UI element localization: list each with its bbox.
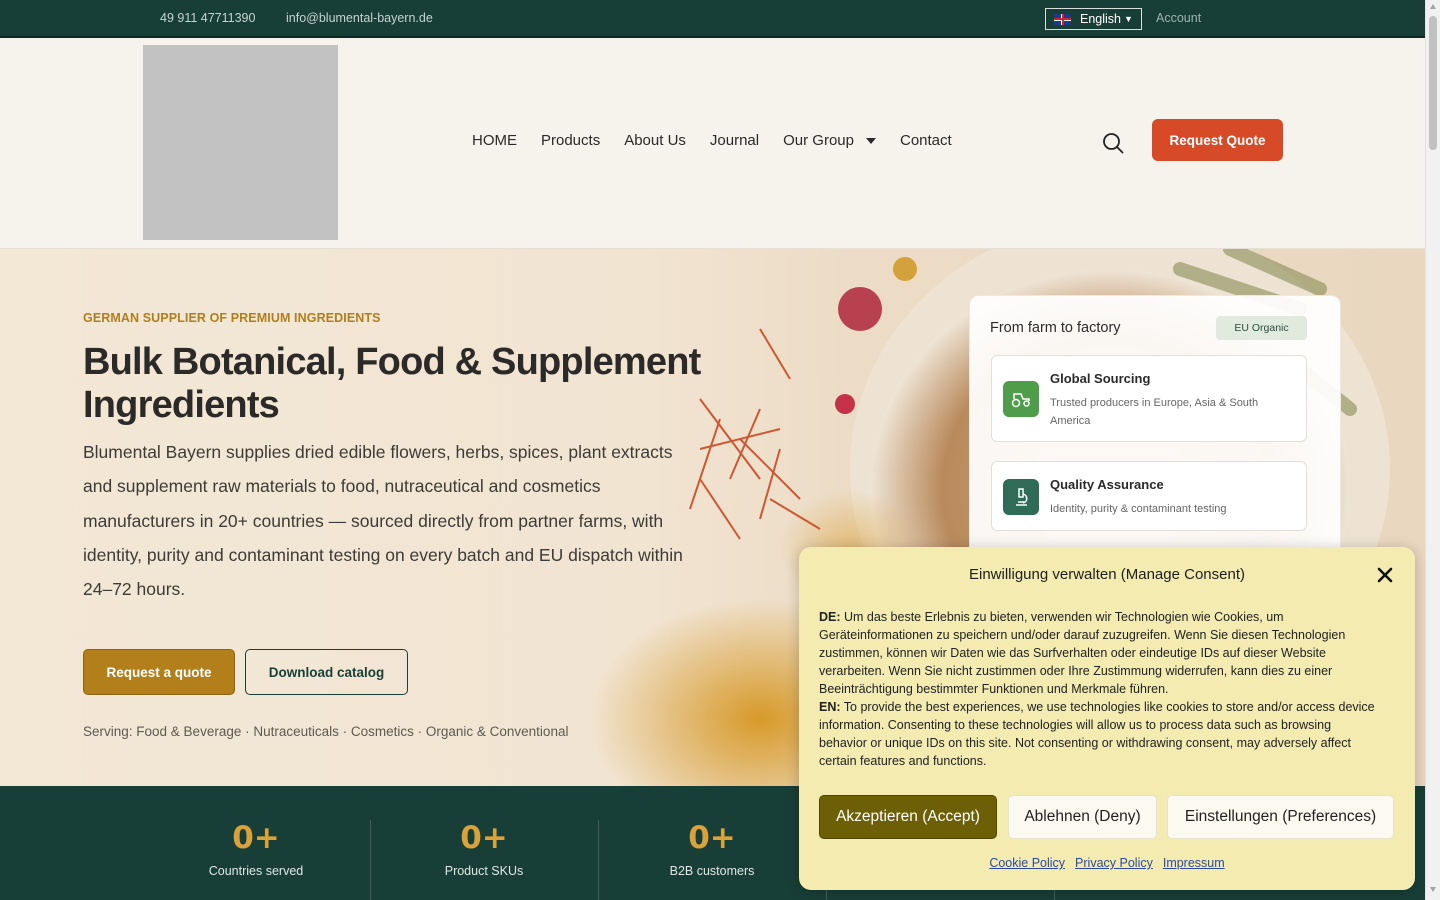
nav-our-group[interactable]: Our Group [783, 132, 876, 149]
consent-de-text: Um das beste Erlebnis zu bieten, verwend… [819, 610, 1346, 696]
request-a-quote-button[interactable]: Request a quote [83, 649, 235, 695]
scroll-thumb[interactable] [1429, 16, 1437, 150]
stat-label: B2B customers [669, 864, 755, 878]
card-title: From farm to factory [990, 320, 1121, 336]
privacy-policy-link[interactable]: Privacy Policy [1075, 856, 1153, 870]
phone-link[interactable]: 49 911 47711390 [160, 11, 255, 25]
scroll-up-icon[interactable] [1430, 4, 1436, 9]
preferences-button[interactable]: Einstellungen (Preferences) [1167, 795, 1394, 839]
consent-links: Cookie Policy Privacy Policy Impressum [799, 856, 1415, 870]
caret-down-icon [865, 137, 876, 144]
language-label: English [1080, 12, 1121, 26]
request-quote-button[interactable]: Request Quote [1152, 119, 1283, 161]
stat-label: Countries served [208, 864, 304, 878]
impressum-link[interactable]: Impressum [1163, 856, 1225, 870]
nav-home[interactable]: HOME [472, 132, 517, 149]
feature-title: Quality Assurance [1050, 477, 1164, 492]
hero-description: Blumental Bayern supplies dried edible f… [83, 442, 683, 600]
uk-flag-icon [1054, 13, 1071, 25]
top-bar: 49 911 47711390 info@blumental-bayern.de… [0, 0, 1425, 38]
hero-title: Bulk Botanical, Food & Supplement Ingred… [83, 341, 701, 426]
feature-global-sourcing: Global Sourcing Trusted producers in Eur… [991, 355, 1307, 442]
consent-en-text: To provide the best experiences, we use … [819, 700, 1375, 768]
email-link[interactable]: info@blumental-bayern.de [286, 11, 433, 25]
deny-button[interactable]: Ablehnen (Deny) [1008, 795, 1157, 839]
consent-dialog: Einwilligung verwalten (Manage Consent) … [799, 547, 1415, 890]
microscope-icon [1003, 479, 1039, 515]
consent-en-label: EN: [819, 700, 841, 714]
main-nav: HOME Products About Us Journal Our Group… [472, 132, 952, 149]
stat-label: Product SKUs [444, 864, 524, 878]
feature-subtitle: Identity, purity & contaminant testing [1050, 503, 1227, 515]
feature-subtitle: Trusted producers in Europe, Asia & Sout… [1050, 397, 1259, 427]
search-icon[interactable] [1101, 131, 1125, 155]
page-scrollbar[interactable] [1425, 0, 1440, 900]
scroll-down-icon[interactable] [1430, 887, 1436, 892]
chevron-down-icon: ▼ [1124, 14, 1133, 24]
nav-contact[interactable]: Contact [900, 132, 952, 149]
nav-journal[interactable]: Journal [710, 132, 759, 149]
serving-text: Serving: Food & Beverage · Nutraceutical… [83, 724, 569, 739]
tractor-icon [1003, 381, 1039, 417]
download-catalog-button[interactable]: Download catalog [245, 649, 408, 695]
logo[interactable] [143, 45, 338, 240]
feature-quality-assurance: Quality Assurance Identity, purity & con… [991, 461, 1307, 531]
eu-organic-badge: EU Organic [1216, 316, 1307, 340]
stat-value: 0+ [232, 820, 280, 856]
consent-text: DE: Um das beste Erlebnis zu bieten, ver… [819, 608, 1379, 770]
stat-customers: 0+ B2B customers [598, 820, 826, 878]
feature-title: Global Sourcing [1050, 371, 1151, 386]
stat-value: 0+ [688, 820, 736, 856]
stat-value: 0+ [460, 820, 508, 856]
stat-countries: 0+ Countries served [142, 820, 370, 878]
nav-about-us[interactable]: About Us [624, 132, 686, 149]
account-link[interactable]: Account [1156, 11, 1201, 25]
close-icon[interactable] [1376, 566, 1394, 584]
nav-our-group-label: Our Group [783, 132, 854, 149]
accept-button[interactable]: Akzeptieren (Accept) [819, 795, 997, 839]
site-header: HOME Products About Us Journal Our Group… [0, 38, 1425, 249]
consent-title: Einwilligung verwalten (Manage Consent) [969, 566, 1245, 583]
cookie-policy-link[interactable]: Cookie Policy [989, 856, 1065, 870]
consent-de-label: DE: [819, 610, 841, 624]
language-select[interactable]: English ▼ [1045, 8, 1142, 30]
hero-eyebrow: GERMAN SUPPLIER OF PREMIUM INGREDIENTS [83, 311, 381, 325]
nav-products[interactable]: Products [541, 132, 600, 149]
stat-skus: 0+ Product SKUs [370, 820, 598, 878]
